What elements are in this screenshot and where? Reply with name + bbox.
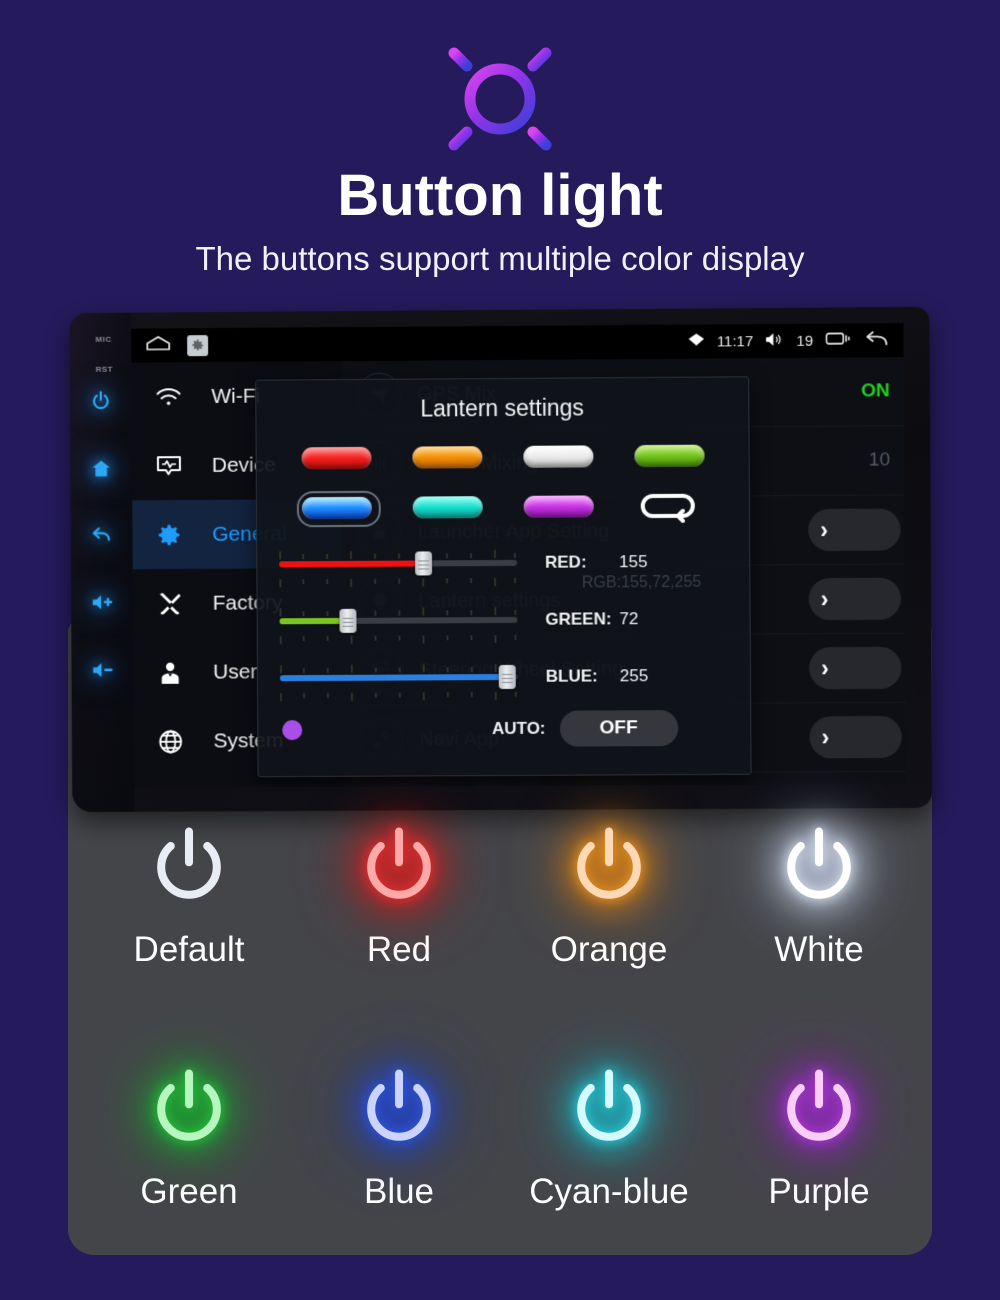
head-unit-bezel: MIC RST <box>69 312 135 813</box>
sidebar-item-label: Wi-Fi <box>211 384 261 408</box>
chevron-right-icon[interactable]: › <box>808 508 901 552</box>
color-button-default: Default <box>84 820 294 970</box>
gear-icon[interactable] <box>187 334 209 356</box>
color-swatch-red[interactable] <box>292 441 380 476</box>
color-swatch-cyan[interactable] <box>403 490 491 525</box>
color-button-blue: Blue <box>294 1062 504 1212</box>
red-value: 155 <box>619 551 648 571</box>
android-screen: 11:17 19 Wi-Fi Device General Factory Us… <box>131 323 907 788</box>
chevron-right-icon[interactable]: › <box>809 784 903 788</box>
green-label: GREEN: <box>545 608 612 629</box>
android-status-bar: 11:17 19 <box>131 323 904 363</box>
color-swatch-white[interactable] <box>514 439 602 474</box>
slider-row-blue: BLUE: 255 <box>279 647 728 706</box>
color-preview-dot <box>282 720 303 741</box>
volume-value: 19 <box>796 332 814 350</box>
color-button-label: Red <box>366 930 432 969</box>
lantern-settings-dialog: Lantern settings RED: 155 RGB:155,72,255… <box>255 376 752 778</box>
color-button-orange: Orange <box>504 820 714 970</box>
color-swatch-green[interactable] <box>625 439 713 474</box>
color-button-green: Green <box>84 1062 294 1212</box>
color-swatch-grid <box>257 428 750 531</box>
chevron-right-icon[interactable]: › <box>809 715 902 759</box>
color-swatch-blue[interactable] <box>292 491 380 526</box>
color-button-label: Blue <box>363 1172 435 1211</box>
page-subtitle: The buttons support multiple color displ… <box>195 240 805 277</box>
red-slider[interactable] <box>279 542 518 588</box>
home-icon[interactable] <box>87 455 115 483</box>
color-swatch-orange[interactable] <box>403 440 491 475</box>
brightness-sun-icon <box>0 26 1000 172</box>
red-label: RED: <box>544 551 587 572</box>
rgb-readout: RGB:155,72,255 <box>581 573 702 592</box>
auto-toggle-button[interactable]: OFF <box>559 710 678 747</box>
back-arrow-icon[interactable] <box>88 520 116 548</box>
loop-cycle-icon[interactable] <box>625 489 713 524</box>
blue-slider[interactable] <box>279 656 518 702</box>
page-root: Button light The buttons support multipl… <box>0 0 1000 1300</box>
wifi-icon <box>687 333 705 351</box>
auto-label: AUTO: <box>491 718 546 739</box>
power-icon <box>771 1062 867 1158</box>
recents-icon[interactable] <box>825 329 851 351</box>
home-outline-icon[interactable] <box>145 334 171 356</box>
page-title: Button light <box>337 163 663 228</box>
status-badge: ON <box>861 380 890 402</box>
wifi-icon <box>154 387 184 407</box>
slider-row-green: GREEN: 72 <box>279 590 727 650</box>
color-button-label: Orange <box>550 930 668 969</box>
blue-label: BLUE: <box>545 665 598 686</box>
gear-icon <box>154 521 184 547</box>
mic-label: MIC <box>95 334 112 344</box>
power-icon <box>141 820 237 916</box>
auto-row: AUTO: OFF <box>258 704 750 749</box>
tools-icon <box>155 590 185 616</box>
list-item-value: 10 <box>868 449 891 471</box>
color-button-grid: Default Red Orange White Green Blue Cyan… <box>84 820 924 1212</box>
power-icon <box>771 820 867 916</box>
color-button-purple: Purple <box>714 1062 924 1212</box>
color-button-label: White <box>774 930 864 969</box>
volume-down-icon[interactable] <box>88 656 116 684</box>
chevron-right-icon[interactable]: › <box>808 646 902 690</box>
power-icon <box>561 820 657 916</box>
rst-label: RST <box>95 364 114 374</box>
volume-up-icon[interactable] <box>88 588 116 616</box>
volume-icon <box>765 331 784 350</box>
color-button-label: Cyan-blue <box>529 1172 689 1211</box>
power-icon[interactable] <box>87 387 115 415</box>
blue-value: 255 <box>619 665 649 685</box>
status-time: 11:17 <box>716 332 754 350</box>
car-head-unit: MIC RST 11:17 19 Wi-Fi Device General Fa… <box>69 306 933 813</box>
power-icon <box>141 1062 237 1158</box>
power-icon <box>351 1062 447 1158</box>
globe-icon <box>156 728 186 754</box>
color-button-white: White <box>714 820 924 970</box>
color-button-label: Green <box>140 1172 238 1211</box>
power-icon <box>351 820 447 916</box>
green-slider[interactable] <box>279 599 518 645</box>
dialog-title: Lantern settings <box>420 394 585 422</box>
sidebar-item-label: User <box>213 659 258 684</box>
color-button-red: Red <box>294 820 504 970</box>
color-swatch-magenta[interactable] <box>514 489 602 524</box>
back-arrow-icon[interactable] <box>863 329 889 351</box>
color-button-cyan-blue: Cyan-blue <box>504 1062 714 1212</box>
power-icon <box>561 1062 657 1158</box>
color-button-label: Purple <box>768 1172 870 1211</box>
settings-screen: Wi-Fi Device General Factory User System… <box>131 357 907 788</box>
green-value: 72 <box>619 608 639 628</box>
device-icon <box>154 454 184 478</box>
rgb-sliders: RED: 155 RGB:155,72,255 GREEN: 72 BLUE: … <box>257 528 750 706</box>
chevron-right-icon[interactable]: › <box>808 577 902 621</box>
color-button-label: Default <box>133 930 245 969</box>
user-icon <box>155 659 185 685</box>
